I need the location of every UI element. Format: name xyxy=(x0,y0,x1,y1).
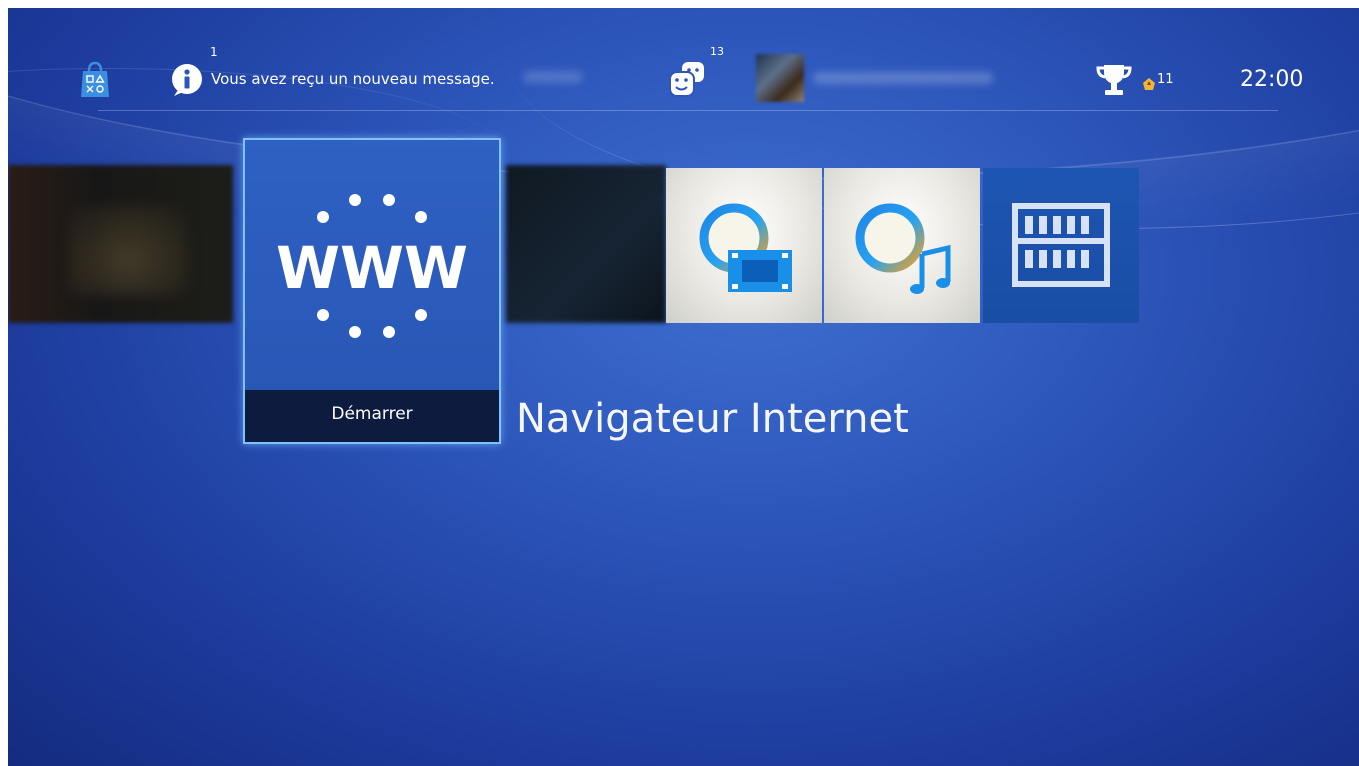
divider xyxy=(98,110,1278,111)
trophy-level: 11 xyxy=(1157,72,1174,87)
notification-count: 1 xyxy=(210,45,218,59)
www-icon: WWW xyxy=(245,140,499,390)
function-bar: 1 Vous avez reçu un nouveau message. 13 xyxy=(8,8,1359,113)
blurred-username xyxy=(813,72,993,84)
trophy-level-badge-icon xyxy=(1143,75,1155,90)
content-tile-blurred[interactable] xyxy=(8,165,233,323)
start-button-label: Démarrer xyxy=(331,404,413,424)
friends-count: 13 xyxy=(710,45,724,58)
selected-app-title: Navigateur Internet xyxy=(516,396,909,442)
internet-browser-tile[interactable]: WWW Démarrer xyxy=(243,138,501,444)
library-tile[interactable] xyxy=(983,168,1139,323)
content-tile-blurred[interactable] xyxy=(506,165,666,323)
notification-message[interactable]: Vous avez reçu un nouveau message. xyxy=(211,70,495,88)
library-icon xyxy=(1012,203,1110,287)
clock: 22:00 xyxy=(1240,67,1304,92)
start-button[interactable]: Démarrer xyxy=(245,390,499,442)
music-unlimited-icon xyxy=(855,203,951,294)
friends-icon[interactable] xyxy=(666,58,708,100)
video-unlimited-tile[interactable] xyxy=(666,168,822,323)
www-icon-text: WWW xyxy=(276,234,468,302)
ps4-home-screen: 1 Vous avez reçu un nouveau message. 13 xyxy=(8,8,1359,766)
music-unlimited-tile[interactable] xyxy=(824,168,980,323)
info-icon[interactable] xyxy=(171,63,205,97)
blurred-text xyxy=(523,71,583,83)
avatar[interactable] xyxy=(756,54,804,102)
playstation-store-icon[interactable] xyxy=(78,60,112,98)
video-unlimited-icon xyxy=(699,203,792,292)
trophy-icon[interactable] xyxy=(1095,62,1133,98)
